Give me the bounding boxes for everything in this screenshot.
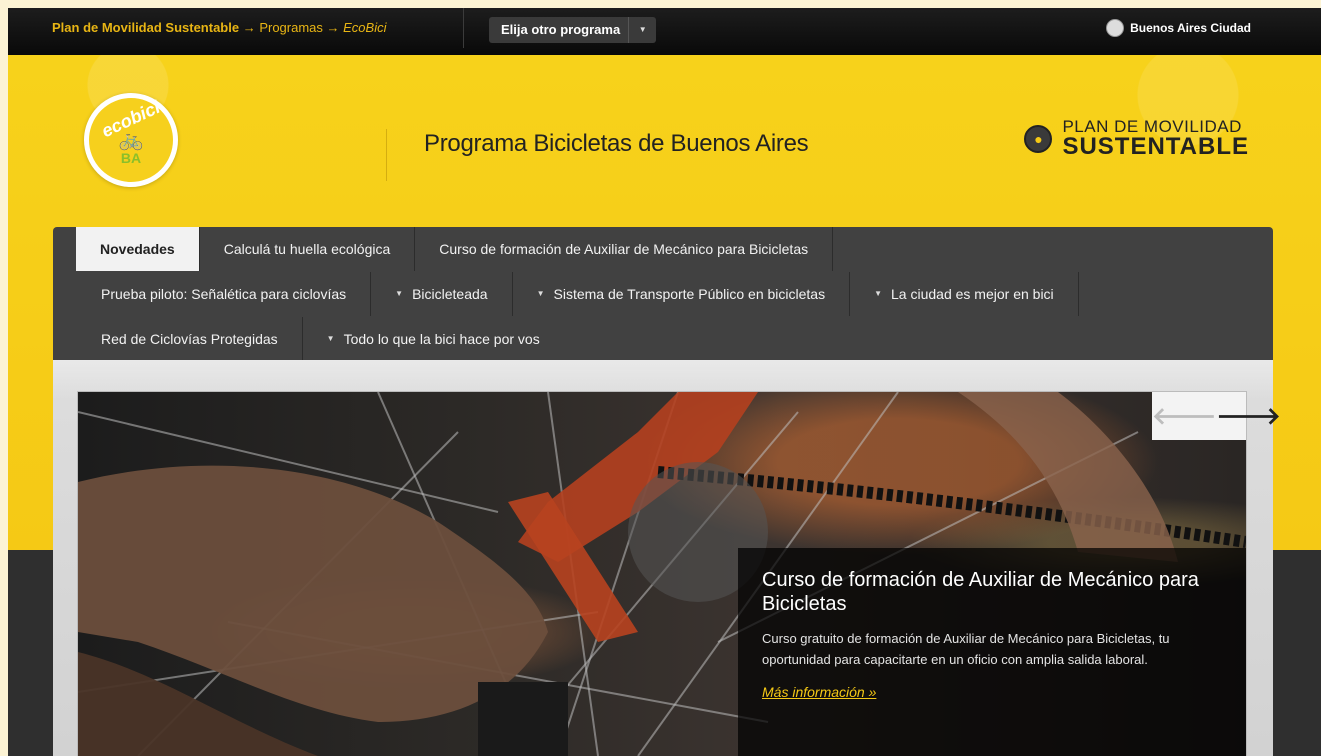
program-select-dropdown[interactable]: Elija otro programa ▼ bbox=[489, 17, 657, 43]
nav-item-todo-bici[interactable]: ▼ Todo lo que la bici hace por vos bbox=[303, 317, 564, 361]
nav-item-label: La ciudad es mejor en bici bbox=[891, 286, 1054, 302]
program-select-label: Elija otro programa bbox=[501, 22, 621, 37]
hand-shape bbox=[958, 392, 1178, 562]
nav-item-label: Red de Ciclovías Protegidas bbox=[101, 331, 278, 347]
arrow-left-icon[interactable]: 🡐 bbox=[1152, 392, 1216, 440]
slide-caption-title: Curso de formación de Auxiliar de Mecáni… bbox=[762, 569, 1199, 615]
city-brand-label: Buenos Aires Ciudad bbox=[1130, 21, 1251, 35]
breadcrumb-programs-link[interactable]: Programas bbox=[259, 20, 323, 35]
nav-row-2: Prueba piloto: Señalética para ciclovías… bbox=[53, 272, 1079, 316]
nav-item-curso[interactable]: Curso de formación de Auxiliar de Mecáni… bbox=[415, 227, 834, 271]
nav-item-transporte-publico[interactable]: ▼ Sistema de Transporte Público en bicicl… bbox=[513, 272, 851, 316]
nav-item-prueba-piloto[interactable]: Prueba piloto: Señalética para ciclovías bbox=[53, 272, 372, 316]
main-nav: Novedades Calculá tu huella ecológica Cu… bbox=[53, 227, 1273, 361]
caret-down-icon: ▼ bbox=[874, 289, 883, 298]
nav-item-label: Todo lo que la bici hace por vos bbox=[343, 331, 540, 347]
pms-line2: SUSTENTABLE bbox=[1062, 133, 1249, 160]
nav-item-label: Bicicleteada bbox=[412, 286, 488, 302]
caret-down-icon: ▼ bbox=[326, 334, 335, 343]
nav-item-label: Novedades bbox=[100, 241, 175, 257]
breadcrumb-root-link[interactable]: Plan de Movilidad Sustentable bbox=[52, 20, 239, 35]
page-title: Programa Bicicletas de Buenos Aires bbox=[424, 130, 809, 157]
nav-row-3: Red de Ciclovías Protegidas ▼ Todo lo que… bbox=[53, 317, 564, 361]
chevron-down-icon: ▼ bbox=[628, 17, 656, 43]
breadcrumb: Plan de Movilidad Sustentable → Programa… bbox=[52, 8, 387, 48]
nav-item-label: Curso de formación de Auxiliar de Mecáni… bbox=[439, 241, 809, 257]
header-divider bbox=[386, 129, 387, 181]
top-bar: Plan de Movilidad Sustentable → Programa… bbox=[8, 8, 1321, 55]
derailleur-shape bbox=[478, 682, 568, 756]
logo-ba-text: BA bbox=[120, 149, 142, 166]
breadcrumb-arrow: → bbox=[239, 20, 260, 35]
slider-controls: 🡐 🡒 bbox=[1152, 392, 1281, 440]
nav-item-huella[interactable]: Calculá tu huella ecológica bbox=[200, 227, 416, 271]
more-info-link[interactable]: Más información » bbox=[762, 684, 876, 700]
nav-item-ciudad-mejor[interactable]: ▼ La ciudad es mejor en bici bbox=[850, 272, 1079, 316]
nav-row-1: Novedades Calculá tu huella ecológica Cu… bbox=[53, 227, 834, 271]
nav-item-novedades[interactable]: Novedades bbox=[76, 227, 200, 271]
slide-caption-text: Curso gratuito de formación de Auxiliar … bbox=[762, 631, 1170, 667]
topbar-divider bbox=[463, 8, 464, 48]
nav-item-label: Calculá tu huella ecológica bbox=[223, 241, 391, 257]
city-seal-icon bbox=[1106, 19, 1125, 37]
breadcrumb-current: EcoBici bbox=[343, 20, 387, 35]
city-seal-icon: ● bbox=[1024, 124, 1053, 153]
nav-item-label: Sistema de Transporte Público en bicicle… bbox=[553, 286, 826, 302]
city-brand-link[interactable]: Buenos Aires Ciudad bbox=[1106, 8, 1251, 48]
caret-down-icon: ▼ bbox=[395, 289, 404, 298]
nav-item-red-ciclovias[interactable]: Red de Ciclovías Protegidas bbox=[53, 317, 303, 361]
nav-item-label: Prueba piloto: Señalética para ciclovías bbox=[101, 286, 347, 302]
nav-item-bicicleteada[interactable]: ▼ Bicicleteada bbox=[371, 272, 513, 316]
pms-logo[interactable]: ● PLAN DE MOVILIDAD SUSTENTABLE bbox=[1024, 118, 1249, 159]
arrow-right-icon[interactable]: 🡒 bbox=[1216, 392, 1280, 440]
slide-caption: Curso de formación de Auxiliar de Mecáni… bbox=[738, 548, 1246, 756]
ecobici-logo[interactable]: ecobici 🚲 BA bbox=[84, 93, 178, 187]
breadcrumb-arrow: → bbox=[322, 20, 344, 35]
caret-down-icon: ▼ bbox=[536, 289, 545, 298]
